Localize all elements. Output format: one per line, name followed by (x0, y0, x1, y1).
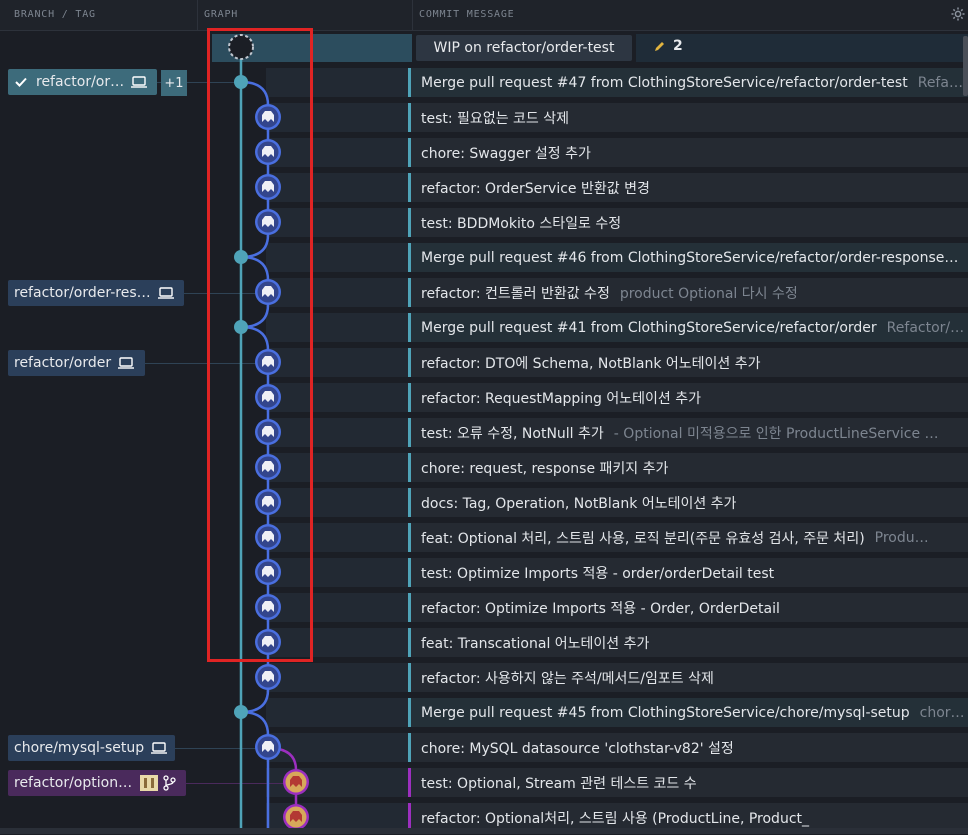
bottom-bar (0, 828, 968, 834)
commit-avatar-node[interactable] (255, 419, 281, 445)
merge-commit-node[interactable] (234, 250, 248, 264)
commit-avatar-node[interactable] (255, 279, 281, 305)
commit-avatar-node[interactable] (255, 629, 281, 655)
commit-avatar-node[interactable] (255, 104, 281, 130)
commit-avatar-node[interactable] (255, 664, 281, 690)
commit-avatar-node[interactable] (255, 384, 281, 410)
scrollbar-thumb[interactable] (963, 36, 968, 96)
merge-commit-node[interactable] (234, 705, 248, 719)
commit-graph (228, 34, 309, 834)
merge-commit-node[interactable] (234, 320, 248, 334)
wip-node[interactable] (228, 34, 254, 60)
merge-commit-node[interactable] (234, 75, 248, 89)
commit-avatar-node[interactable] (255, 559, 281, 585)
commit-avatar-node-purple[interactable] (283, 804, 309, 830)
commit-avatar-node[interactable] (255, 734, 281, 760)
commit-avatar-node-purple[interactable] (283, 769, 309, 795)
commit-avatar-node[interactable] (255, 489, 281, 515)
commit-avatar-node[interactable] (255, 174, 281, 200)
graph-line-branch (240, 710, 270, 834)
commit-avatar-node[interactable] (255, 594, 281, 620)
commit-avatar-node[interactable] (255, 454, 281, 480)
commit-avatar-node[interactable] (255, 209, 281, 235)
commit-avatar-node[interactable] (255, 139, 281, 165)
commit-avatar-node[interactable] (255, 524, 281, 550)
commit-avatar-node[interactable] (255, 349, 281, 375)
